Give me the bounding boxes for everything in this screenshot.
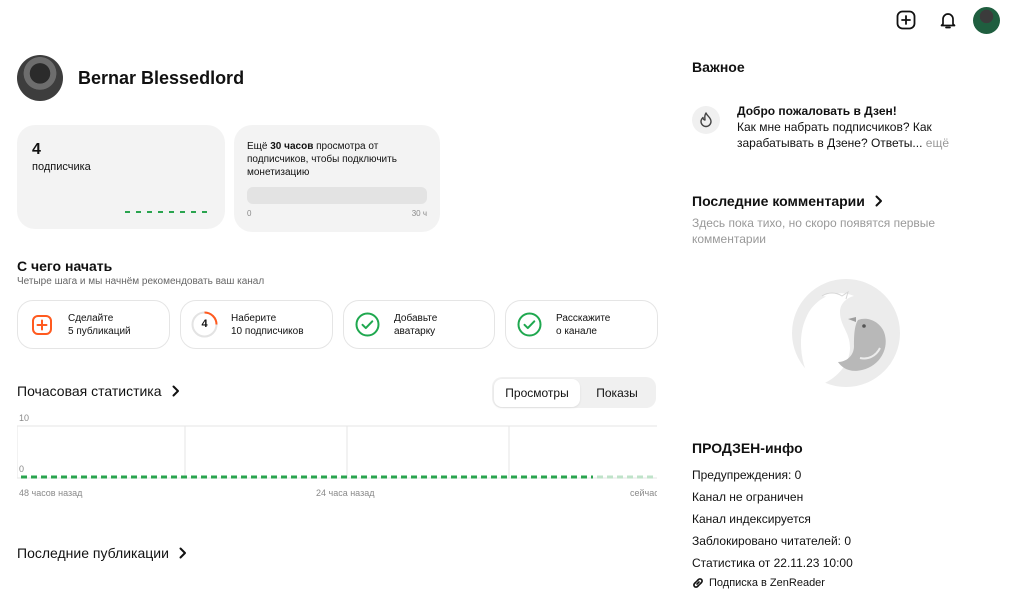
step-about[interactable]: Расскажите о канале	[505, 300, 658, 349]
zenreader-link-text: Подписка в ZenReader	[709, 577, 825, 589]
prodzen-line-restrictions: Канал не ограничен	[692, 490, 804, 504]
bell-icon	[940, 13, 956, 29]
start-title: С чего начать	[17, 258, 113, 274]
chevron-right-icon	[179, 547, 186, 559]
monetization-progress-track	[247, 187, 427, 204]
monetization-hours: 30 часов	[270, 141, 314, 152]
check-circle-icon	[517, 312, 542, 337]
hourly-tabs: Просмотры Показы	[492, 377, 656, 408]
step-line2: 10 подписчиков	[231, 326, 304, 337]
step-line1: Сделайте	[68, 313, 114, 324]
comments-empty-text: Здесь пока тихо, но скоро появятся первы…	[692, 216, 936, 246]
progress-ring-icon: 4	[191, 311, 218, 338]
chart-x-label-mid: 24 часа назад	[316, 488, 375, 498]
monetization-card[interactable]: Ещё 30 часов просмотра от подписчиков, ч…	[234, 125, 440, 232]
prodzen-line-warnings: Предупреждения: 0	[692, 468, 802, 482]
chart-x-label-start: 48 часов назад	[19, 488, 83, 498]
notifications-button[interactable]	[936, 8, 960, 32]
link-icon	[693, 578, 703, 588]
comments-title[interactable]: Последние комментарии	[692, 193, 883, 209]
step-about-label: Расскажите о канале	[556, 312, 610, 338]
important-message[interactable]: Добро пожаловать в Дзен! Как мне набрать…	[737, 103, 977, 151]
chevron-right-icon	[875, 195, 882, 207]
subscribers-card[interactable]: 4 подписчика	[17, 125, 225, 229]
check-circle-icon	[355, 312, 380, 337]
tab-views[interactable]: Просмотры	[494, 378, 580, 407]
subscribers-label: подписчика	[32, 161, 91, 173]
birds-illustration	[792, 279, 900, 387]
subscribers-count: 4	[32, 141, 41, 158]
step-line2: о канале	[556, 326, 597, 337]
chart-x-label-end: сейчас	[630, 488, 657, 498]
subscribers-sparkline	[125, 211, 211, 213]
prodzen-line-indexing: Канал индексируется	[692, 512, 811, 526]
start-subtitle: Четыре шага и мы начнём рекомендовать ва…	[17, 276, 265, 287]
important-body: Как мне набрать подписчиков? Как зарабат…	[737, 120, 932, 150]
step-line1: Расскажите	[556, 313, 611, 324]
monetization-min-label: 0	[247, 209, 252, 218]
important-headline: Добро пожаловать в Дзен!	[737, 104, 897, 118]
plus-square-icon	[896, 10, 916, 30]
important-more-link[interactable]: ещё	[926, 136, 949, 150]
prodzen-line-blocked: Заблокировано читателей: 0	[692, 534, 851, 548]
prodzen-title: ПРОДЗЕН-инфо	[692, 440, 803, 456]
step-line2: 5 публикаций	[68, 326, 131, 337]
plus-square-icon	[32, 315, 52, 335]
step-line1: Наберите	[231, 313, 277, 324]
step-line1: Добавьте	[394, 313, 438, 324]
tab-impressions[interactable]: Показы	[580, 379, 654, 407]
important-title: Важное	[692, 59, 745, 75]
channel-avatar[interactable]	[17, 55, 63, 101]
hourly-stats-title[interactable]: Почасовая статистика	[17, 383, 180, 399]
chevron-right-icon	[172, 385, 179, 397]
monetization-max-label: 30 ч	[411, 209, 427, 218]
step-subscribers-badge: 4	[201, 318, 208, 330]
chart-x-label-end-text: сейчас	[630, 488, 657, 498]
hourly-stats-title-text: Почасовая статистика	[17, 383, 162, 399]
comments-title-text: Последние комментарии	[692, 193, 865, 209]
important-icon	[692, 106, 720, 134]
step-subscribers-label: Наберите 10 подписчиков	[231, 312, 304, 338]
monetization-text: Ещё 30 часов просмотра от подписчиков, ч…	[247, 140, 397, 179]
recent-publications-title-text: Последние публикации	[17, 545, 169, 561]
user-avatar[interactable]	[973, 7, 1000, 34]
step-publications[interactable]: Сделайте 5 публикаций	[17, 300, 170, 349]
prodzen-line-stats-date: Статистика от 22.11.23 10:00	[692, 556, 853, 570]
step-publications-label: Сделайте 5 публикаций	[68, 312, 131, 338]
flame-icon	[700, 112, 712, 128]
hourly-chart	[17, 425, 657, 479]
zenreader-link[interactable]: Подписка в ZenReader	[692, 577, 825, 589]
recent-publications-title[interactable]: Последние публикации	[17, 545, 187, 561]
step-avatar-label: Добавьте аватарку	[394, 312, 437, 338]
step-line2: аватарку	[394, 326, 436, 337]
step-subscribers[interactable]: 4 Наберите 10 подписчиков	[180, 300, 333, 349]
add-publication-button[interactable]	[894, 8, 918, 32]
step-avatar[interactable]: Добавьте аватарку	[343, 300, 495, 349]
channel-name[interactable]: Bernar Blessedlord	[78, 68, 244, 89]
monetization-text-prefix: Ещё	[247, 141, 271, 152]
